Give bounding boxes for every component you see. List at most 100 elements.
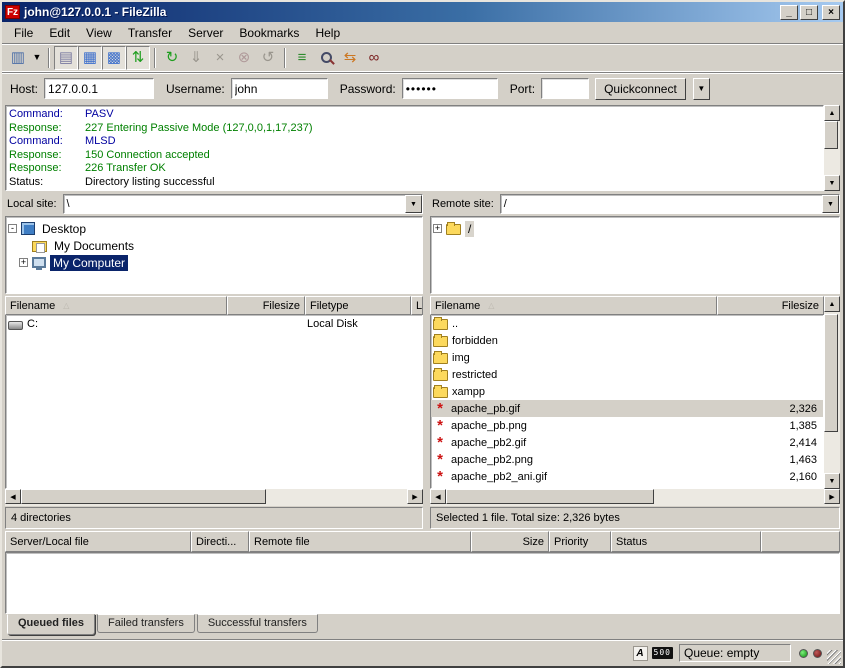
remote-horizontal-scrollbar[interactable]: ◀ ▶: [430, 489, 840, 506]
close-button[interactable]: ×: [822, 5, 840, 20]
log-vertical-scrollbar[interactable]: ▲ ▼: [824, 105, 840, 191]
column-priority[interactable]: Priority: [549, 531, 611, 552]
local-horizontal-scrollbar[interactable]: ◀ ▶: [5, 489, 423, 506]
remote-row-file[interactable]: * apache_pb2_ani.gif 2,160: [431, 468, 823, 485]
menu-transfer[interactable]: Transfer: [120, 23, 180, 43]
toggle-remote-tree-button[interactable]: ▩: [102, 46, 126, 70]
filter-button[interactable]: ≡: [290, 46, 314, 70]
remote-row-parent[interactable]: ..: [431, 315, 823, 332]
site-manager-button[interactable]: ▥: [6, 46, 30, 70]
scroll-track[interactable]: [21, 489, 407, 506]
tab-failed-transfers[interactable]: Failed transfers: [97, 614, 195, 633]
scroll-down-icon[interactable]: ▼: [824, 175, 840, 191]
column-filesize[interactable]: Filesize: [717, 296, 824, 315]
remote-row-folder[interactable]: img: [431, 349, 823, 366]
queue-list[interactable]: [5, 552, 840, 614]
menu-view[interactable]: View: [78, 23, 120, 43]
cancel-operation-button[interactable]: ×: [208, 46, 232, 70]
scroll-up-icon[interactable]: ▲: [824, 296, 840, 312]
local-site-path[interactable]: \: [64, 198, 405, 210]
menu-file[interactable]: File: [6, 23, 41, 43]
scroll-thumb[interactable]: [824, 314, 838, 432]
scroll-track[interactable]: [824, 121, 840, 175]
site-manager-dropdown-button[interactable]: ▼: [30, 46, 44, 70]
tree-label[interactable]: /: [465, 221, 474, 237]
remote-row-folder[interactable]: forbidden: [431, 332, 823, 349]
quickconnect-button[interactable]: Quickconnect: [595, 78, 686, 100]
expand-icon[interactable]: +: [19, 258, 28, 267]
scroll-right-icon[interactable]: ▶: [824, 489, 840, 504]
local-site-dropdown[interactable]: ▼: [405, 195, 422, 213]
remote-row-file[interactable]: * apache_pb2.gif 2,414: [431, 434, 823, 451]
directory-comparison-button[interactable]: [314, 46, 338, 70]
tree-item-my-documents[interactable]: My Documents: [8, 237, 420, 254]
tab-queued-files[interactable]: Queued files: [7, 614, 95, 635]
expand-icon[interactable]: +: [433, 224, 442, 233]
toggle-transfer-queue-button[interactable]: ⇅: [126, 46, 150, 70]
remote-row-file[interactable]: * apache_pb.png 1,385: [431, 417, 823, 434]
file-search-button[interactable]: ∞: [362, 46, 386, 70]
remote-site-path[interactable]: /: [501, 198, 822, 210]
synchronized-browsing-button[interactable]: ⇆: [338, 46, 362, 70]
local-site-combo[interactable]: \ ▼: [63, 194, 423, 214]
log-label: Command:: [7, 135, 85, 149]
column-server-local-file[interactable]: Server/Local file: [5, 531, 191, 552]
tree-label[interactable]: Desktop: [39, 221, 89, 237]
scroll-down-icon[interactable]: ▼: [824, 473, 840, 489]
scroll-up-icon[interactable]: ▲: [824, 105, 840, 121]
collapse-icon[interactable]: -: [8, 224, 17, 233]
column-remote-file[interactable]: Remote file: [249, 531, 471, 552]
toggle-local-tree-button[interactable]: ▦: [78, 46, 102, 70]
scroll-right-icon[interactable]: ▶: [407, 489, 423, 504]
speed-limit-icon[interactable]: 500: [652, 647, 673, 659]
host-input[interactable]: [44, 78, 154, 99]
tree-item-root[interactable]: + /: [433, 220, 837, 237]
menu-server[interactable]: Server: [180, 23, 231, 43]
column-filename[interactable]: Filename △: [5, 296, 227, 315]
scroll-left-icon[interactable]: ◀: [430, 489, 446, 504]
disconnect-button[interactable]: ⊗: [232, 46, 256, 70]
remote-site-combo[interactable]: / ▼: [500, 194, 840, 214]
local-row-c-drive[interactable]: C: Local Disk: [6, 315, 422, 332]
tree-item-my-computer[interactable]: + My Computer: [8, 254, 420, 271]
transfer-type-icon[interactable]: A: [633, 646, 648, 661]
reconnect-button[interactable]: ↺: [256, 46, 280, 70]
scroll-thumb[interactable]: [824, 121, 838, 149]
column-direction[interactable]: Directi...: [191, 531, 249, 552]
scroll-left-icon[interactable]: ◀: [5, 489, 21, 504]
column-lastmodified[interactable]: L: [411, 296, 423, 315]
password-input[interactable]: [402, 78, 498, 99]
scroll-thumb[interactable]: [446, 489, 654, 504]
scroll-thumb[interactable]: [21, 489, 266, 504]
column-filetype[interactable]: Filetype: [305, 296, 411, 315]
maximize-button[interactable]: □: [800, 5, 818, 20]
remote-row-folder[interactable]: restricted: [431, 366, 823, 383]
remote-vertical-scrollbar[interactable]: ▲ ▼: [824, 296, 840, 489]
refresh-button[interactable]: ↻: [160, 46, 184, 70]
column-filename[interactable]: Filename △: [430, 296, 717, 315]
port-input[interactable]: [541, 78, 589, 99]
menu-edit[interactable]: Edit: [41, 23, 78, 43]
minimize-button[interactable]: _: [780, 5, 798, 20]
scroll-track[interactable]: [446, 489, 824, 506]
tree-item-desktop[interactable]: - Desktop: [8, 220, 420, 237]
remote-row-file[interactable]: * apache_pb2.png 1,463: [431, 451, 823, 468]
username-input[interactable]: [231, 78, 328, 99]
tab-successful-transfers[interactable]: Successful transfers: [197, 614, 318, 633]
quickconnect-dropdown-button[interactable]: ▼: [693, 78, 710, 100]
remote-site-dropdown[interactable]: ▼: [822, 195, 839, 213]
column-size[interactable]: Size: [471, 531, 549, 552]
remote-row-file-selected[interactable]: * apache_pb.gif 2,326: [431, 400, 823, 417]
menu-bookmarks[interactable]: Bookmarks: [231, 23, 307, 43]
remote-row-folder[interactable]: xampp: [431, 383, 823, 400]
scroll-track[interactable]: [824, 312, 840, 473]
pane-splitter[interactable]: [423, 193, 430, 529]
resize-grip[interactable]: [827, 650, 841, 664]
column-filesize[interactable]: Filesize: [227, 296, 305, 315]
process-queue-button[interactable]: ⇓: [184, 46, 208, 70]
tree-label[interactable]: My Computer: [50, 255, 128, 271]
tree-label[interactable]: My Documents: [51, 238, 137, 254]
menu-help[interactable]: Help: [307, 23, 348, 43]
toggle-message-log-button[interactable]: ▤: [54, 46, 78, 70]
column-status[interactable]: Status: [611, 531, 761, 552]
